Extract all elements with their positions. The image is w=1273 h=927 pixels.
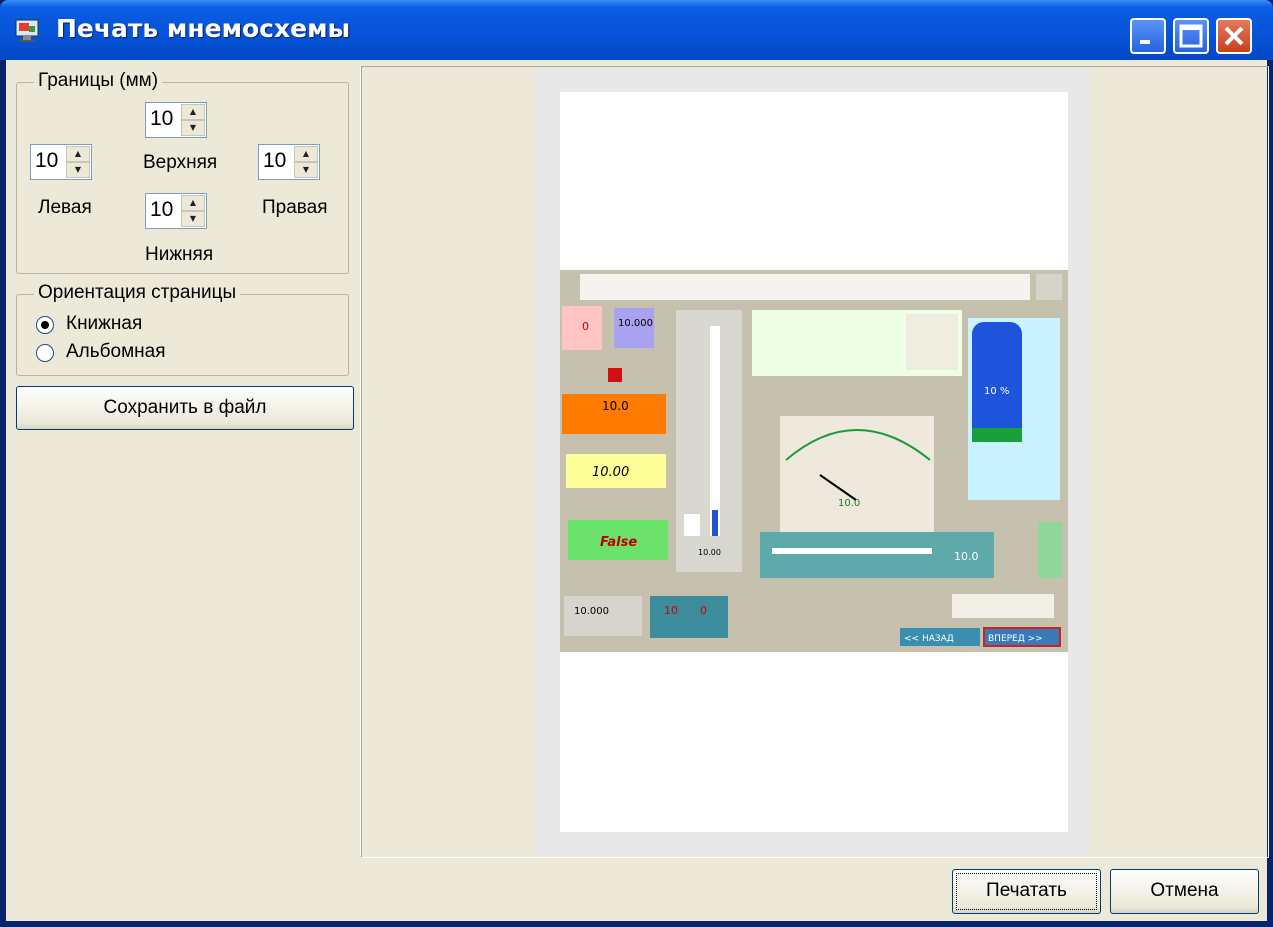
gauge-value: 10.0 — [838, 498, 860, 509]
teal-right-value: 0 — [700, 604, 707, 617]
cancel-button[interactable]: Отмена — [1110, 869, 1259, 914]
green-box-value: False — [600, 535, 637, 550]
minimize-icon — [1140, 40, 1150, 44]
teal-left-value: 10 — [664, 604, 678, 617]
maximize-button[interactable] — [1173, 18, 1209, 54]
minimize-button[interactable] — [1130, 18, 1166, 54]
tank-percent-value: 10 % — [984, 386, 1009, 397]
red-box-value: 0 — [582, 320, 589, 333]
mnemo-preview-graphic: 0 10.000 10.0 10.00 False 10.000 10 0 10… — [560, 270, 1068, 652]
maximize-icon — [1179, 24, 1203, 48]
slider-value: 10.0 — [954, 550, 979, 563]
nav-forward-label: ВПЕРЕД >> — [988, 634, 1043, 644]
left-panel-border — [8, 66, 361, 856]
print-dialog-window: Печать мнемосхемы Границы (мм) 10 ▲ ▼ Вер… — [0, 0, 1273, 927]
mnemo-app-icon — [15, 19, 39, 42]
close-button[interactable] — [1216, 18, 1252, 54]
nav-back-label: << НАЗАД — [904, 634, 954, 644]
blue-box-value: 10.000 — [618, 318, 653, 329]
title-bar[interactable]: Печать мнемосхемы — [0, 0, 1273, 60]
window-title: Печать мнемосхемы — [56, 14, 351, 43]
yellow-box-value: 10.00 — [592, 465, 629, 480]
mnemo-preview-image: 0 10.000 10.0 10.00 False 10.000 10 0 10… — [560, 270, 1068, 652]
close-icon — [1224, 26, 1244, 46]
vertical-scale-value: 10.00 — [698, 548, 721, 557]
print-button[interactable]: Печатать — [952, 869, 1101, 914]
gray-box-value: 10.000 — [574, 606, 609, 617]
orange-box-value: 10.0 — [602, 399, 629, 413]
